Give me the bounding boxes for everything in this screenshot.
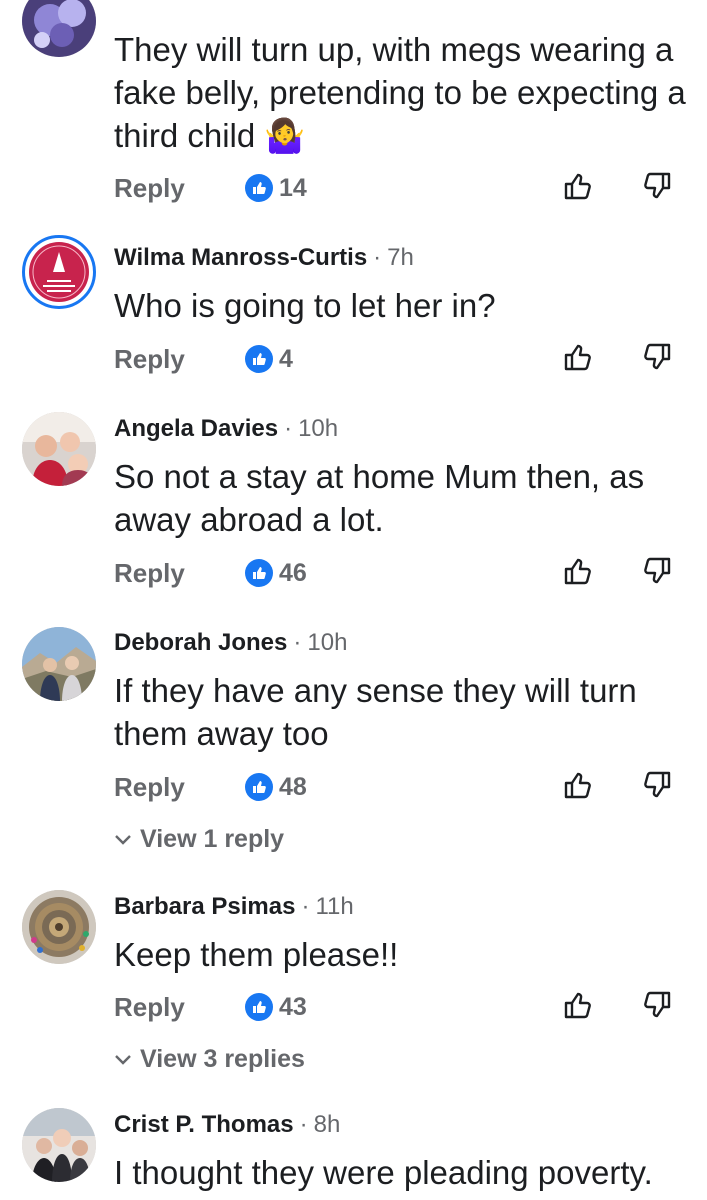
comment-actions: Reply 14 — [114, 168, 707, 208]
separator: · — [299, 1111, 308, 1138]
avatar[interactable] — [22, 412, 96, 486]
author-name[interactable]: Deborah Jones — [114, 629, 287, 656]
view-replies-button[interactable]: View 1 reply — [114, 825, 284, 854]
reaction-summary[interactable]: 43 — [245, 993, 307, 1021]
reaction-summary[interactable]: 14 — [245, 174, 307, 202]
thumbs-down-icon[interactable] — [641, 341, 673, 378]
thumbs-down-icon[interactable] — [641, 989, 673, 1026]
comment-header: Crist P. Thomas · 8h — [114, 1111, 340, 1139]
comment-actions: Reply 4 — [114, 339, 707, 379]
comment-header: Wilma Manross-Curtis · 7h — [114, 244, 414, 272]
timestamp[interactable]: 7h — [387, 244, 414, 271]
avatar[interactable] — [22, 235, 96, 309]
like-reaction-icon — [245, 174, 273, 202]
thumbs-down-icon[interactable] — [641, 170, 673, 207]
like-reaction-icon — [245, 773, 273, 801]
like-reaction-icon — [245, 993, 273, 1021]
separator: · — [293, 629, 302, 656]
thumbs-up-icon[interactable] — [562, 555, 594, 592]
thumbs-up-icon[interactable] — [562, 170, 594, 207]
author-name[interactable]: Crist P. Thomas — [114, 1111, 294, 1138]
comment-text: Keep them please!! — [114, 936, 399, 973]
author-name[interactable]: Wilma Manross-Curtis — [114, 244, 367, 271]
like-count: 43 — [279, 993, 307, 1021]
thumbs-up-icon[interactable] — [562, 341, 594, 378]
reply-button[interactable]: Reply — [114, 553, 185, 593]
reply-button[interactable]: Reply — [114, 168, 185, 208]
comment-text: So not a stay at home Mum then, as away … — [114, 458, 645, 538]
thumbs-down-icon[interactable] — [641, 555, 673, 592]
timestamp[interactable]: 11h — [315, 893, 353, 920]
thumbs-down-icon[interactable] — [641, 769, 673, 806]
emoji: 🤷‍♀️ — [264, 117, 306, 154]
like-count: 14 — [279, 174, 307, 202]
avatar[interactable] — [22, 627, 96, 701]
author-name[interactable]: Barbara Psimas — [114, 893, 295, 920]
comment-text: I thought they were pleading poverty. — [114, 1154, 653, 1191]
reaction-summary[interactable]: 4 — [245, 345, 293, 373]
view-replies-button[interactable]: View 3 replies — [114, 1045, 305, 1074]
author-name[interactable]: Angela Davies — [114, 415, 278, 442]
avatar[interactable] — [22, 0, 96, 57]
reply-button[interactable]: Reply — [114, 339, 185, 379]
reply-button[interactable]: Reply — [114, 767, 185, 807]
like-reaction-icon — [245, 559, 273, 587]
comment-text: Who is going to let her in? — [114, 287, 496, 324]
separator: · — [284, 415, 293, 442]
reaction-summary[interactable]: 46 — [245, 559, 307, 587]
comment-actions: Reply 43 — [114, 987, 707, 1027]
comment-header: Deborah Jones · 10h — [114, 629, 347, 657]
chevron-down-icon — [115, 834, 131, 845]
comment-header: Barbara Psimas · 11h — [114, 893, 354, 921]
view-replies-label: View 1 reply — [140, 825, 285, 853]
separator: · — [301, 893, 310, 920]
like-count: 46 — [279, 559, 307, 587]
like-reaction-icon — [245, 345, 273, 373]
avatar[interactable] — [22, 1108, 96, 1182]
timestamp[interactable]: 10h — [307, 629, 347, 656]
thumbs-up-icon[interactable] — [562, 769, 594, 806]
reply-button[interactable]: Reply — [114, 987, 185, 1027]
thumbs-up-icon[interactable] — [562, 989, 594, 1026]
like-count: 48 — [279, 773, 307, 801]
chevron-down-icon — [115, 1054, 131, 1065]
comment-actions: Reply 48 — [114, 767, 707, 807]
avatar[interactable] — [22, 890, 96, 964]
timestamp[interactable]: 8h — [314, 1111, 341, 1138]
comment-text: If they have any sense they will turn th… — [114, 672, 637, 752]
separator: · — [373, 244, 382, 271]
reaction-summary[interactable]: 48 — [245, 773, 307, 801]
comment-header: Angela Davies · 10h — [114, 415, 338, 443]
view-replies-label: View 3 replies — [140, 1045, 305, 1073]
comment-actions: Reply 46 — [114, 553, 707, 593]
comment-text: They will turn up, with megs wearing a f… — [114, 31, 686, 154]
like-count: 4 — [279, 345, 293, 373]
timestamp[interactable]: 10h — [298, 415, 338, 442]
